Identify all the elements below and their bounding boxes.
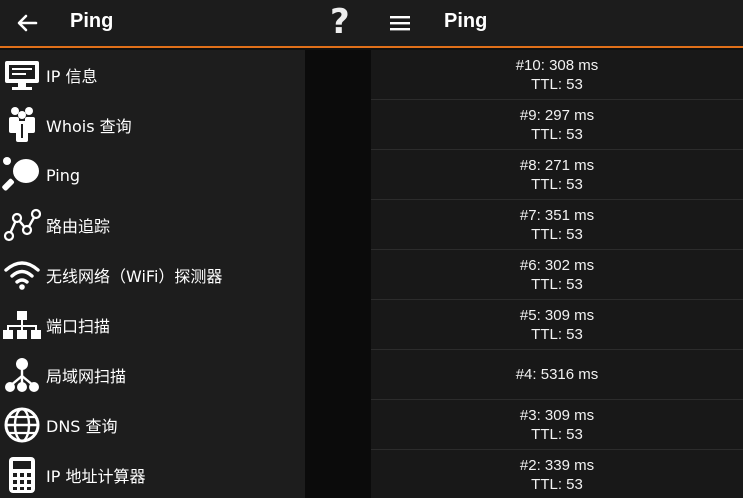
drawer-item-label: DNS 查询 xyxy=(46,417,118,436)
ttl-value: TTL: 53 xyxy=(531,125,583,143)
drawer-item-port-scan[interactable]: 端口扫描 xyxy=(0,300,305,350)
ttl-value: TTL: 53 xyxy=(531,225,583,243)
ttl-value: TTL: 53 xyxy=(531,75,583,93)
drawer-item-ping[interactable]: Ping xyxy=(0,150,305,200)
monitor-icon xyxy=(0,53,44,97)
list-item: #7: 351 ms TTL: 53 xyxy=(371,200,743,250)
list-item: #3: 309 ms TTL: 53 xyxy=(371,400,743,450)
drawer-item-label: 无线网络（WiFi）探测器 xyxy=(46,267,223,286)
list-item: #5: 309 ms TTL: 53 xyxy=(371,300,743,350)
ttl-value: TTL: 53 xyxy=(531,325,583,343)
list-item: #10: 308 ms TTL: 53 xyxy=(371,50,743,100)
drawer-scrim[interactable] xyxy=(305,50,371,498)
drawer-item-label: IP 地址计算器 xyxy=(46,467,146,486)
app-bar: Ping ? Ping xyxy=(0,0,743,48)
ttl-value: TTL: 53 xyxy=(531,425,583,443)
ping-results-list: #10: 308 ms TTL: 53 #9: 297 ms TTL: 53 #8:… xyxy=(371,50,743,498)
list-item: #9: 297 ms TTL: 53 xyxy=(371,100,743,150)
ttl-value: TTL: 53 xyxy=(531,275,583,293)
drawer-item-ip-info[interactable]: IP 信息 xyxy=(0,50,305,100)
ping-time: #10: 308 ms xyxy=(515,56,599,74)
ping-time: #6: 302 ms xyxy=(519,256,595,274)
drawer-item-dns-lookup[interactable]: DNS 查询 xyxy=(0,400,305,450)
drawer-item-label: Whois 查询 xyxy=(46,117,132,136)
drawer-item-traceroute[interactable]: 路由追踪 xyxy=(0,200,305,250)
ping-time: #9: 297 ms xyxy=(519,106,595,124)
drawer-item-wifi-scanner[interactable]: 无线网络（WiFi）探测器 xyxy=(0,250,305,300)
results-title: Ping xyxy=(444,10,488,32)
ping-time: #7: 351 ms xyxy=(519,206,595,224)
list-item: #6: 302 ms TTL: 53 xyxy=(371,250,743,300)
drawer-item-label: 端口扫描 xyxy=(46,317,111,336)
hamburger-menu-icon[interactable] xyxy=(386,10,414,36)
ttl-value: TTL: 53 xyxy=(531,475,583,493)
drawer-item-label: 路由追踪 xyxy=(46,217,111,236)
route-icon xyxy=(0,203,44,247)
ping-time: #2: 339 ms xyxy=(519,456,595,474)
screen-title: Ping xyxy=(70,10,114,32)
drawer-item-lan-scan[interactable]: 局域网扫描 xyxy=(0,350,305,400)
navigation-drawer: IP 信息 Whois 查询 Ping 路由追踪 无线网络（WiFi）探测器 端… xyxy=(0,50,305,498)
help-icon[interactable]: ? xyxy=(330,2,350,42)
ping-pong-icon xyxy=(0,153,44,197)
drawer-item-ip-calculator[interactable]: IP 地址计算器 xyxy=(0,450,305,498)
ping-time: #3: 309 ms xyxy=(519,406,595,424)
globe-icon xyxy=(0,403,44,447)
drawer-item-label: 局域网扫描 xyxy=(46,367,127,386)
ping-time: #4: 5316 ms xyxy=(515,366,599,383)
list-item: #2: 339 ms TTL: 53 xyxy=(371,450,743,498)
list-item: #4: 5316 ms xyxy=(371,350,743,400)
back-arrow-icon[interactable] xyxy=(10,6,44,40)
network-icon xyxy=(0,303,44,347)
drawer-item-whois[interactable]: Whois 查询 xyxy=(0,100,305,150)
people-icon xyxy=(0,103,44,147)
list-item: #8: 271 ms TTL: 53 xyxy=(371,150,743,200)
drawer-item-label: IP 信息 xyxy=(46,67,98,86)
ping-time: #5: 309 ms xyxy=(519,306,595,324)
lan-icon xyxy=(0,353,44,397)
wifi-icon xyxy=(0,253,44,297)
ping-time: #8: 271 ms xyxy=(519,156,595,174)
ttl-value: TTL: 53 xyxy=(531,175,583,193)
calculator-icon xyxy=(0,453,44,497)
drawer-item-label: Ping xyxy=(46,165,81,185)
